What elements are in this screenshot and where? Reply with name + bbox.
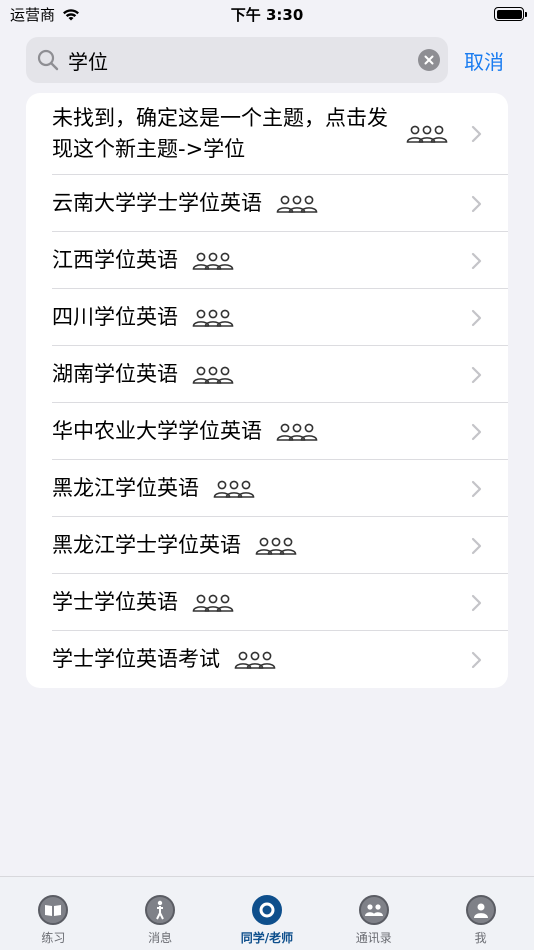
contacts-icon — [358, 895, 389, 925]
tab-label: 同学/老师 — [240, 931, 294, 945]
search-row: 取消 — [26, 37, 516, 83]
group-icon — [234, 651, 276, 669]
list-item[interactable]: 江西学位英语 — [26, 232, 508, 289]
group-icon — [276, 423, 318, 441]
list-item[interactable]: 湖南学位英语 — [26, 346, 508, 403]
chevron-right-icon — [471, 252, 482, 269]
group-icon — [255, 537, 297, 555]
status-bar: 运营商 下午 3:30 — [0, 0, 534, 28]
chevron-right-icon — [471, 537, 482, 554]
tab-bar: 练习 消息 同学/老师 通讯录 我 — [0, 876, 534, 950]
tab-me[interactable]: 我 — [431, 895, 531, 946]
list-item[interactable]: 黑龙江学士学位英语 — [26, 517, 508, 574]
tab-label: 消息 — [148, 931, 173, 945]
chevron-right-icon — [471, 195, 482, 212]
list-item-label: 黑龙江学位英语 — [52, 476, 199, 500]
list-item[interactable]: 未找到，确定这是一个主题，点击发现这个新主题->学位 — [26, 93, 508, 175]
group-icon — [406, 125, 448, 143]
carrier-label: 运营商 — [10, 5, 56, 24]
search-box[interactable] — [26, 37, 448, 83]
wifi-icon — [63, 8, 80, 20]
clear-search-icon[interactable] — [418, 49, 440, 71]
list-item[interactable]: 华中农业大学学位英语 — [26, 403, 508, 460]
list-item-label: 学士学位英语考试 — [52, 647, 220, 671]
list-item[interactable]: 云南大学学士学位英语 — [26, 175, 508, 232]
circle-icon — [251, 895, 282, 925]
list-item[interactable]: 学士学位英语考试 — [26, 631, 508, 688]
list-item-label: 华中农业大学学位英语 — [52, 419, 262, 443]
list-item[interactable]: 学士学位英语 — [26, 574, 508, 631]
group-icon — [276, 195, 318, 213]
list-item-label: 四川学位英语 — [52, 305, 178, 329]
list-item[interactable]: 黑龙江学位英语 — [26, 460, 508, 517]
profile-icon — [465, 895, 496, 925]
tab-label: 通讯录 — [355, 931, 392, 945]
tab-label: 我 — [474, 931, 487, 945]
group-icon — [192, 309, 234, 327]
group-icon — [213, 480, 255, 498]
list-item[interactable]: 四川学位英语 — [26, 289, 508, 346]
person-walk-icon — [145, 895, 176, 925]
list-item-label: 黑龙江学士学位英语 — [52, 533, 241, 557]
search-icon — [37, 49, 59, 71]
chevron-right-icon — [471, 125, 482, 143]
group-icon — [192, 252, 234, 270]
group-icon — [192, 594, 234, 612]
tab-messages[interactable]: 消息 — [110, 895, 210, 946]
tab-classmates[interactable]: 同学/老师 — [217, 895, 317, 946]
tab-practice[interactable]: 练习 — [3, 895, 103, 946]
chevron-right-icon — [471, 651, 482, 668]
book-icon — [38, 895, 69, 925]
list-item-label: 湖南学位英语 — [52, 362, 178, 386]
battery-icon — [494, 7, 527, 21]
list-item-label: 学士学位英语 — [52, 590, 178, 614]
chevron-right-icon — [471, 594, 482, 611]
list-item-label: 未找到，确定这是一个主题，点击发现这个新主题->学位 — [52, 106, 388, 161]
chevron-right-icon — [471, 423, 482, 440]
chevron-right-icon — [471, 366, 482, 383]
search-input[interactable] — [68, 48, 418, 72]
list-item-label: 江西学位英语 — [52, 248, 178, 272]
status-left: 运营商 — [10, 4, 81, 25]
chevron-right-icon — [471, 480, 482, 497]
tab-contacts[interactable]: 通讯录 — [324, 895, 424, 946]
group-icon — [192, 366, 234, 384]
chevron-right-icon — [471, 309, 482, 326]
results-list: 未找到，确定这是一个主题，点击发现这个新主题->学位 云南大学学士学位英语 江西… — [26, 93, 508, 688]
list-item-label: 云南大学学士学位英语 — [52, 191, 262, 215]
tab-label: 练习 — [41, 931, 66, 945]
cancel-button[interactable]: 取消 — [464, 46, 504, 75]
